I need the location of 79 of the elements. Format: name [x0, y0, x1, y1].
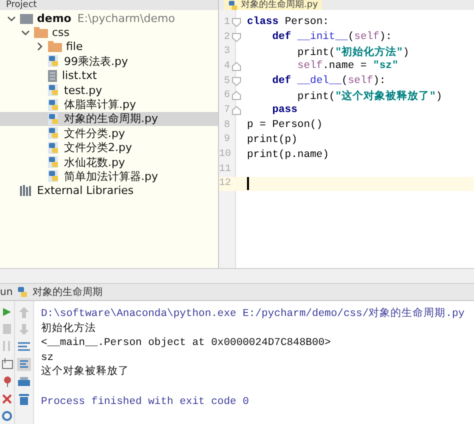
run-tab-label[interactable]: un — [0, 286, 13, 298]
pause-icon[interactable] — [3, 341, 11, 351]
code-line: print("初始化方法") — [296, 44, 410, 59]
console-line: Process finished with exit code 0 — [41, 396, 249, 408]
code-line: def __init__(self): — [271, 31, 392, 44]
code-line: def __del__(self): — [271, 75, 386, 88]
tree-item[interactable]: External Libraries — [0, 184, 218, 198]
tree-item[interactable]: 对象的生命周期.py — [0, 112, 218, 126]
line-number: 12 — [219, 178, 230, 190]
text-cursor — [247, 177, 249, 190]
code-line: print(p) — [246, 134, 298, 146]
tree-item[interactable]: list.txt — [0, 68, 218, 83]
arrow-down-icon[interactable] — [19, 324, 29, 335]
run-icon[interactable] — [2, 307, 12, 317]
python-file-icon — [48, 98, 60, 111]
console-line: 这个对象被释放了 — [41, 366, 129, 378]
tree-item[interactable]: demo E:\pycharm\demo — [0, 11, 218, 26]
tree-item[interactable]: 文件分类2.py — [0, 140, 218, 155]
line-number: 10 — [219, 149, 230, 160]
line-number: 9 — [222, 134, 230, 146]
console-line: <__main__.Person object at 0x0000024D7C848B00> — [41, 337, 331, 350]
fold-icon[interactable] — [232, 76, 241, 86]
tree-item[interactable]: 体脂率计算.py — [0, 97, 218, 112]
pin-icon[interactable] — [2, 376, 12, 387]
run-config-name[interactable]: 对象的生命周期 — [32, 285, 103, 299]
python-file-icon — [48, 142, 60, 154]
line-number: 4 — [222, 60, 230, 72]
python-file-icon — [48, 170, 60, 182]
python-file-icon — [228, 0, 239, 10]
tree-item[interactable]: 水仙花数.py — [0, 154, 218, 170]
line-number: 6 — [222, 90, 230, 102]
fold-end-icon[interactable] — [232, 62, 241, 71]
python-file-icon — [48, 55, 60, 68]
soft-wrap-icon[interactable] — [18, 341, 30, 352]
folder-icon — [48, 41, 62, 52]
chevron-right-icon[interactable] — [34, 42, 44, 52]
folder-icon — [34, 27, 48, 38]
folder-icon — [20, 12, 33, 24]
python-file-icon — [16, 286, 29, 298]
code-line: p = Person() — [246, 119, 323, 132]
text-file-icon — [48, 70, 58, 82]
console-line: 初始化方法 — [41, 322, 96, 335]
arrow-up-icon[interactable] — [19, 307, 29, 318]
python-file-icon — [48, 127, 60, 140]
code-line: print("这个对象被释放了") — [296, 89, 442, 103]
panel-title: Project — [5, 0, 37, 10]
tree-item[interactable]: test.py — [0, 82, 218, 98]
code-line: class Person: — [246, 16, 329, 28]
fold-end-icon[interactable] — [232, 91, 241, 100]
console-line: D:\software\Anaconda\python.exe E:/pycharm/demo/css/对象的生命周期.py — [41, 308, 465, 320]
code-line: pass — [271, 104, 298, 116]
python-file-icon — [48, 156, 60, 168]
line-number: 8 — [222, 120, 230, 131]
fold-icon[interactable] — [232, 32, 241, 42]
line-number: 5 — [222, 76, 230, 87]
tree-item[interactable]: 文件分类.py — [0, 126, 218, 141]
code-line: print(p.name) — [246, 148, 329, 161]
code-line: self.name = "sz" — [296, 60, 398, 72]
library-icon — [20, 185, 33, 196]
line-number: 1 — [222, 16, 230, 28]
print-icon[interactable] — [18, 377, 30, 388]
scroll-to-end-icon[interactable] — [17, 358, 31, 371]
python-file-icon — [48, 84, 60, 96]
fold-end-icon[interactable] — [232, 106, 241, 115]
python-file-icon — [48, 112, 60, 125]
tree-item[interactable]: file — [0, 40, 218, 54]
layout-icon[interactable] — [2, 358, 12, 369]
line-number: 7 — [222, 104, 230, 116]
tree-item[interactable]: css — [0, 25, 218, 40]
line-number: 3 — [222, 46, 230, 58]
close-icon[interactable] — [2, 394, 12, 404]
line-number: 2 — [222, 32, 230, 43]
console-line: sz — [41, 352, 54, 364]
line-number: 11 — [219, 164, 230, 175]
trash-icon[interactable] — [19, 394, 29, 405]
tree-item[interactable]: 简单加法计算器.py — [0, 169, 218, 184]
fold-icon[interactable] — [232, 18, 241, 27]
project-path: E:\pycharm\demo — [77, 12, 175, 25]
tree-item[interactable]: 99乘法表.py — [0, 54, 218, 69]
